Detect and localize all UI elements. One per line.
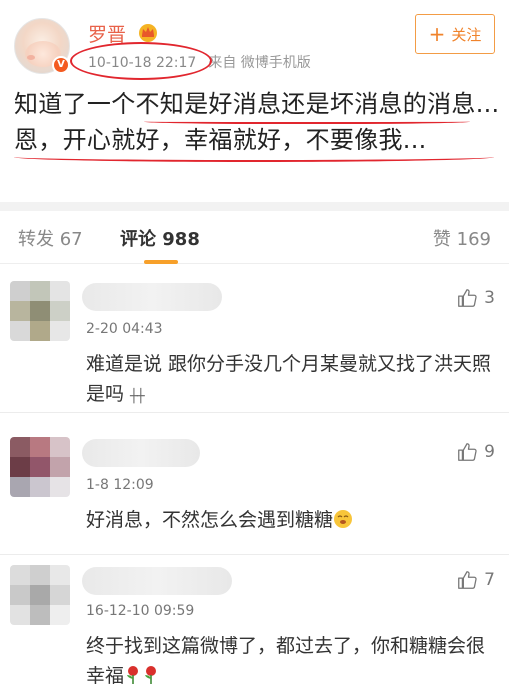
comment-author-blurred[interactable]	[82, 439, 200, 467]
verified-badge-icon: V	[52, 56, 70, 74]
underline-annotation	[14, 152, 494, 162]
comment-body: 好消息，不然怎么会遇到糖糖	[86, 509, 334, 531]
comment-avatar[interactable]	[10, 437, 70, 497]
rose-icon	[127, 666, 139, 684]
comment-avatar[interactable]	[10, 565, 70, 625]
tab-comment[interactable]: 评论 988	[120, 225, 200, 251]
underline-annotation	[144, 118, 470, 124]
rose-icon	[145, 666, 157, 684]
follow-button[interactable]: + 关注	[415, 14, 495, 54]
thumbs-up-icon	[458, 443, 477, 461]
tab-like[interactable]: 赞 169	[433, 225, 491, 251]
like-count: 7	[484, 570, 495, 590]
comment-item: 1-8 12:09 好消息，不然怎么会遇到糖糖 9	[0, 413, 509, 555]
comment-text: 难道是说 跟你分手没几个月某曼就又找了洪天照是吗 ┼┼	[86, 349, 496, 412]
time-annotation-circle	[70, 42, 212, 80]
comment-text: 好消息，不然怎么会遇到糖糖	[86, 505, 496, 535]
comment-time: 2-20 04:43	[86, 321, 163, 337]
emoji-icon: ┼┼	[130, 389, 145, 404]
comment-time: 16-12-10 09:59	[86, 603, 195, 619]
tab-repost[interactable]: 转发 67	[18, 225, 83, 251]
comment-author-blurred[interactable]	[82, 567, 232, 595]
interaction-tabs: 转发 67 评论 988 赞 169	[0, 211, 509, 264]
comment-body: 难道是说 跟你分手没几个月某曼就又找了洪天照是吗	[86, 353, 492, 405]
plus-icon: +	[428, 22, 446, 46]
thumbs-up-icon	[458, 571, 477, 589]
crown-icon	[139, 24, 157, 42]
follow-label: 关注	[451, 25, 482, 44]
comment-like-button[interactable]: 7	[456, 569, 495, 591]
comment-like-button[interactable]: 9	[456, 441, 495, 463]
active-tab-indicator	[144, 260, 178, 264]
like-count: 3	[484, 288, 495, 308]
thumbs-up-icon	[458, 289, 477, 307]
like-count: 9	[484, 442, 495, 462]
weibo-post: V 罗晋 10-10-18 22:17 来自 微博手机版 + 关注 知道了一个不知…	[0, 0, 509, 202]
post-source[interactable]: 来自 微博手机版	[208, 55, 310, 71]
face-emoji-icon	[334, 510, 353, 528]
comment-item: 2-20 04:43 难道是说 跟你分手没几个月某曼就又找了洪天照是吗 ┼┼ 3	[0, 265, 509, 413]
comment-time: 1-8 12:09	[86, 477, 154, 493]
comment-avatar[interactable]	[10, 281, 70, 341]
comment-like-button[interactable]: 3	[456, 287, 495, 309]
comment-author-blurred[interactable]	[82, 283, 222, 311]
comment-item: 16-12-10 09:59 终于找到这篇微博了，都过去了，你和糖糖会很幸福 7	[0, 555, 509, 691]
avatar-blush	[27, 55, 35, 60]
comment-text: 终于找到这篇微博了，都过去了，你和糖糖会很幸福	[86, 631, 496, 691]
section-gap	[0, 202, 509, 211]
